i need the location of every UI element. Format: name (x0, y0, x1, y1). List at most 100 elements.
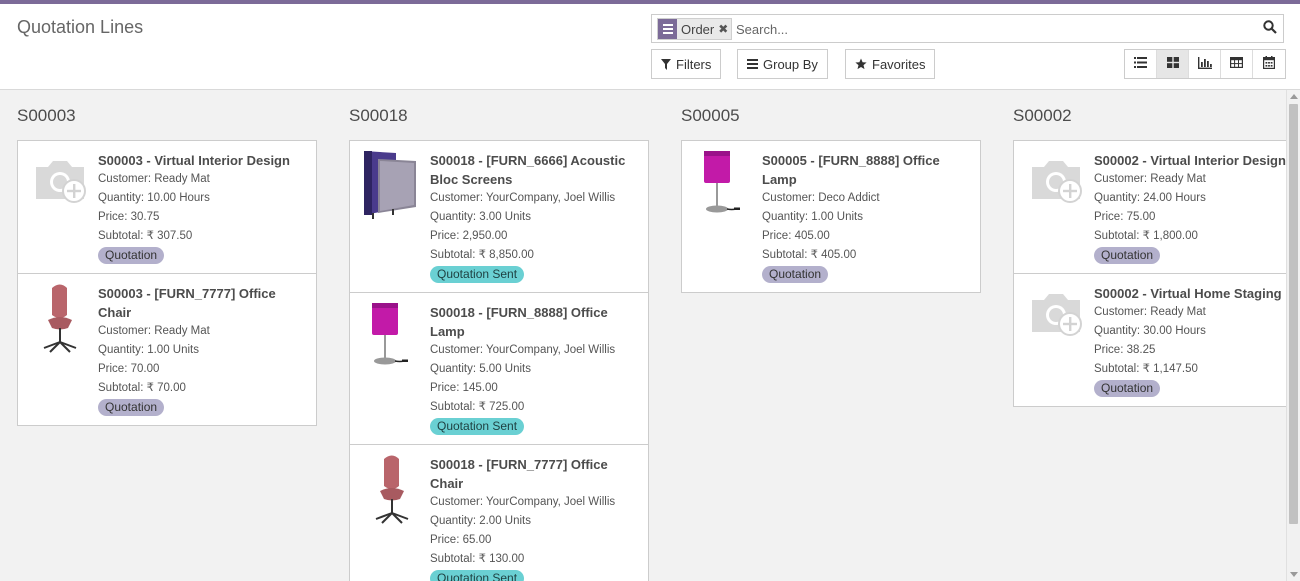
card-quantity: Quantity: 3.00 Units (430, 211, 531, 223)
graph-view-button[interactable] (1189, 50, 1221, 78)
favorites-label: Favorites (872, 56, 926, 72)
calendar-view-button[interactable] (1253, 50, 1285, 78)
card-quantity: Quantity: 30.00 Hours (1094, 325, 1206, 337)
column-cards: S00018 - [FURN_6666] Acoustic Bloc Scree… (349, 140, 649, 581)
status-badge: Quotation (98, 399, 165, 416)
page-title: Quotation Lines (17, 17, 144, 37)
card-title: S00003 - [FURN_7777] Office Chair (98, 286, 276, 320)
search-bar[interactable]: Order ✖ (651, 14, 1284, 43)
bars-icon (747, 59, 758, 69)
status-badge: Quotation Sent (430, 570, 525, 581)
remove-facet-icon[interactable]: ✖ (718, 22, 731, 36)
column-cards: S00003 - Virtual Interior Design Custome… (17, 140, 317, 426)
vertical-scrollbar[interactable] (1286, 90, 1300, 581)
card-customer: Customer: Ready Mat (98, 325, 210, 337)
list-view-button[interactable] (1125, 50, 1157, 78)
status-badge: Quotation (1094, 380, 1161, 397)
card-customer: Customer: Deco Addict (762, 192, 880, 204)
card-title: S00005 - [FURN_8888] Office Lamp (762, 153, 940, 187)
placeholder-camera-icon (30, 149, 90, 229)
card-quantity: Quantity: 2.00 Units (430, 515, 531, 527)
card-customer: Customer: Ready Mat (1094, 173, 1206, 185)
card-subtotal: Subtotal: ₹ 130.00 (430, 553, 525, 565)
card-subtotal: Subtotal: ₹ 405.00 (762, 249, 857, 261)
kanban-board: S00003 S00003 - Virtual Interior Design … (0, 90, 1286, 581)
card-customer: Customer: Ready Mat (1094, 306, 1206, 318)
card-price: Price: 2,950.00 (430, 230, 508, 242)
status-badge: Quotation (1094, 247, 1161, 264)
kanban-view-button[interactable] (1157, 50, 1189, 78)
scrollbar-thumb[interactable] (1289, 104, 1298, 524)
search-facet-order[interactable]: Order ✖ (657, 18, 733, 40)
graph-view-icon (1197, 56, 1212, 72)
group-by-label: Group By (763, 56, 818, 72)
status-badge: Quotation Sent (430, 418, 525, 435)
card-quantity: Quantity: 5.00 Units (430, 363, 531, 375)
kanban-card[interactable]: S00002 - Virtual Home Staging Customer: … (1014, 274, 1286, 407)
scroll-up-arrow-icon[interactable] (1290, 94, 1298, 99)
card-title: S00018 - [FURN_7777] Office Chair (430, 457, 608, 491)
kanban-card[interactable]: S00003 - [FURN_7777] Office Chair Custom… (18, 274, 316, 426)
card-price: Price: 70.00 (98, 363, 160, 375)
column-title[interactable]: S00018 (349, 106, 408, 126)
search-input[interactable] (734, 20, 1254, 38)
card-subtotal: Subtotal: ₹ 1,147.50 (1094, 363, 1198, 375)
card-price: Price: 65.00 (430, 534, 492, 546)
card-title: S00018 - [FURN_8888] Office Lamp (430, 305, 608, 339)
card-price: Price: 75.00 (1094, 211, 1156, 223)
card-customer: Customer: YourCompany, Joel Willis (430, 496, 616, 508)
card-quantity: Quantity: 1.00 Units (762, 211, 863, 223)
card-quantity: Quantity: 10.00 Hours (98, 192, 210, 204)
status-badge: Quotation (762, 266, 829, 283)
search-facet-label: Order (681, 21, 715, 37)
column-title[interactable]: S00003 (17, 106, 76, 126)
kanban-card[interactable]: S00018 - [FURN_7777] Office Chair Custom… (350, 445, 648, 581)
kanban-card[interactable]: S00018 - [FURN_6666] Acoustic Bloc Scree… (350, 141, 648, 293)
office-chair-image (30, 282, 90, 362)
card-customer: Customer: YourCompany, Joel Willis (430, 192, 616, 204)
card-subtotal: Subtotal: ₹ 307.50 (98, 230, 193, 242)
group-by-icon (658, 19, 677, 39)
pivot-view-button[interactable] (1221, 50, 1253, 78)
card-subtotal: Subtotal: ₹ 1,800.00 (1094, 230, 1198, 242)
search-icon[interactable] (1263, 20, 1279, 36)
kanban-card[interactable]: S00002 - Virtual Interior Design Custome… (1014, 141, 1286, 274)
column-cards: S00002 - Virtual Interior Design Custome… (1013, 140, 1286, 407)
card-title: S00003 - Virtual Interior Design (98, 153, 290, 168)
placeholder-camera-icon (1026, 149, 1086, 229)
kanban-card[interactable]: S00018 - [FURN_8888] Office Lamp Custome… (350, 293, 648, 445)
card-quantity: Quantity: 24.00 Hours (1094, 192, 1206, 204)
scroll-down-arrow-icon[interactable] (1290, 572, 1298, 577)
card-subtotal: Subtotal: ₹ 70.00 (98, 382, 186, 394)
star-icon (855, 58, 867, 70)
filter-icon (661, 58, 671, 70)
card-customer: Customer: YourCompany, Joel Willis (430, 344, 616, 356)
placeholder-camera-icon (1026, 282, 1086, 362)
card-price: Price: 145.00 (430, 382, 498, 394)
kanban-card[interactable]: S00003 - Virtual Interior Design Custome… (18, 141, 316, 274)
card-title: S00018 - [FURN_6666] Acoustic Bloc Scree… (430, 153, 626, 187)
status-badge: Quotation (98, 247, 165, 264)
view-switcher (1124, 49, 1286, 79)
control-panel: Quotation Lines Order ✖ Filters Group By… (0, 4, 1300, 90)
card-title: S00002 - Virtual Home Staging (1094, 286, 1282, 301)
card-subtotal: Subtotal: ₹ 8,850.00 (430, 249, 534, 261)
card-customer: Customer: Ready Mat (98, 173, 210, 185)
column-title[interactable]: S00002 (1013, 106, 1072, 126)
favorites-button[interactable]: Favorites (845, 49, 936, 79)
filters-label: Filters (676, 56, 712, 72)
group-by-button[interactable]: Group By (737, 49, 828, 79)
acoustic-screens-image (362, 149, 422, 229)
status-badge: Quotation Sent (430, 266, 525, 283)
pivot-view-icon (1230, 57, 1244, 71)
kanban-view-icon (1166, 57, 1179, 71)
card-price: Price: 30.75 (98, 211, 160, 223)
column-cards: S00005 - [FURN_8888] Office Lamp Custome… (681, 140, 981, 293)
filters-button[interactable]: Filters (651, 49, 722, 79)
card-subtotal: Subtotal: ₹ 725.00 (430, 401, 525, 413)
office-lamp-image (694, 149, 754, 229)
column-title[interactable]: S00005 (681, 106, 740, 126)
list-view-icon (1134, 57, 1147, 71)
kanban-card[interactable]: S00005 - [FURN_8888] Office Lamp Custome… (682, 141, 980, 293)
office-lamp-image (362, 301, 422, 381)
